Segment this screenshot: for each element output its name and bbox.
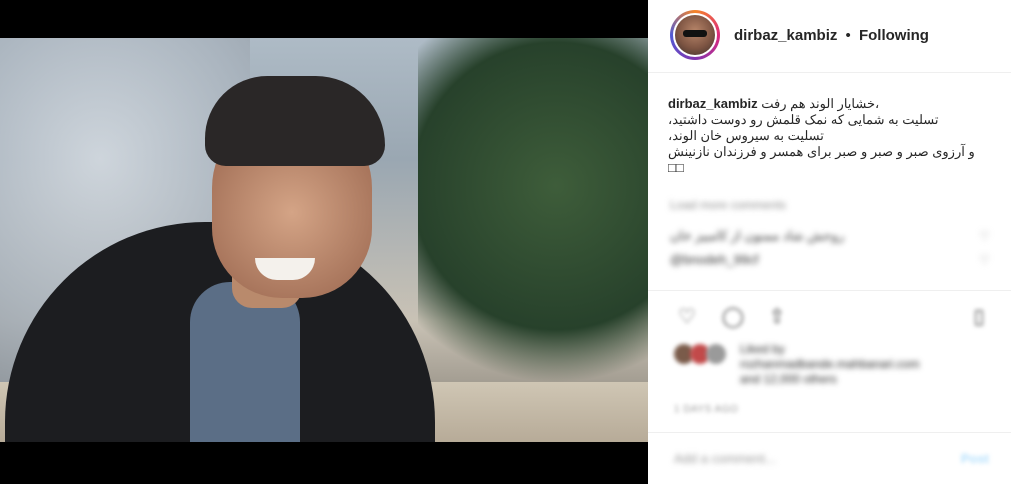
post-header: dirbaz_kambiz • Following [648,0,1011,73]
add-comment-bar: Add a comment... Post [648,432,1011,485]
comment-item: @bnodeh_99cf ♡ [670,252,990,267]
load-more-comments[interactable]: Load more comments [670,198,786,212]
avatar[interactable] [675,15,715,55]
post-photo[interactable] [0,38,648,442]
comment-input[interactable]: Add a comment... [674,451,776,466]
caption-text-1: تسلیت به شمایی که نمک قلمش رو دوست داشتی… [668,112,939,127]
header-separator: • [845,27,851,44]
photo-foliage [418,38,648,408]
post-side-panel: dirbaz_kambiz • Following dirbaz_kambiz … [648,0,1011,484]
post-caption: dirbaz_kambiz خشایار الوند هم رفت، تسلیت… [668,96,988,176]
header-username[interactable]: dirbaz_kambiz [734,27,837,44]
caption-text-2: تسلیت به سیروس خان الوند، [668,128,824,143]
likes-text[interactable]: Liked by rozhanmadbande.mahbanari.com an… [740,342,919,387]
comment-like-icon[interactable]: ♡ [979,253,990,267]
liked-by-others[interactable]: and 12,000 others [740,372,837,386]
post-comment-button[interactable]: Post [961,451,989,466]
comment-icon[interactable]: ◯ [720,303,746,329]
liked-by-user[interactable]: rozhanmadbande.mahbanari.com [740,357,919,371]
share-icon[interactable]: ⇧ [764,303,790,329]
likes-summary: Liked by rozhanmadbande.mahbanari.com an… [674,342,994,402]
comment-text: روحش شاد ممنون از کامبیز خان [670,228,845,243]
caption-text-4: □□ [668,160,684,175]
heart-icon[interactable]: ♡ [674,303,700,329]
liked-by-label: Liked by [740,342,785,356]
caption-text-3: و آرزوی صبر و صبر و صبر برای همسر و فرزن… [668,144,975,159]
story-ring[interactable] [670,10,720,60]
comment-item: روحش شاد ممنون از کامبیز خان ♡ [670,228,990,244]
header-user-row: dirbaz_kambiz • Following [734,27,929,44]
post-timestamp[interactable]: 1 DAYS AGO [674,404,738,415]
action-bar: ♡ ◯ ⇧ ▯ [648,290,1011,341]
avatar-frame [673,13,717,57]
liker-avatar[interactable] [706,344,726,364]
comment-text: @bnodeh_99cf [670,252,759,267]
caption-first-line: dirbaz_kambiz خشایار الوند هم رفت، [668,96,988,112]
caption-username[interactable]: dirbaz_kambiz [668,96,758,111]
comment-like-icon[interactable]: ♡ [979,229,990,243]
following-button[interactable]: Following [859,27,929,44]
photo-hair [205,76,385,166]
bookmark-icon[interactable]: ▯ [966,303,992,329]
caption-text-0: خشایار الوند هم رفت، [761,96,880,111]
media-panel [0,0,648,484]
